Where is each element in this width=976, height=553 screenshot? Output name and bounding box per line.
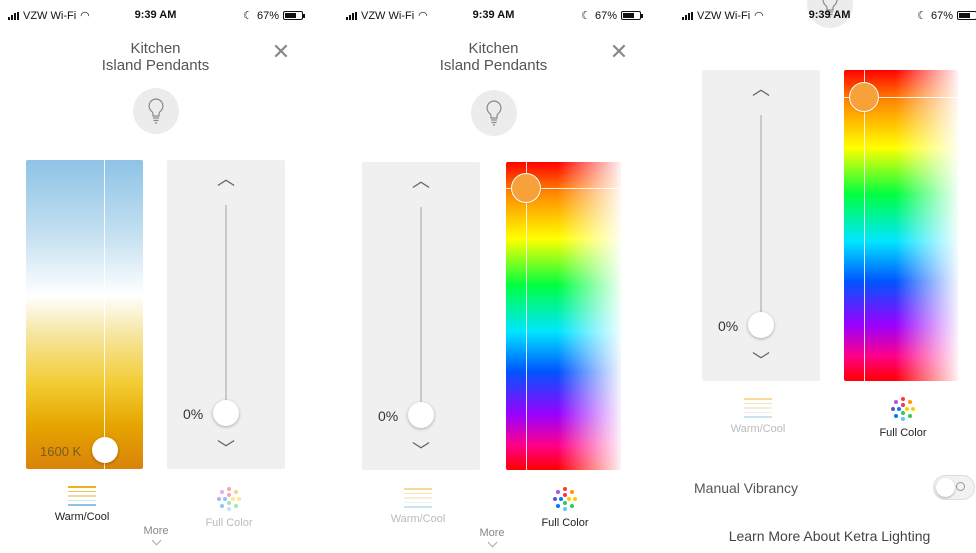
room-name: Kitchen	[130, 40, 181, 57]
color-handle[interactable]	[511, 173, 541, 203]
tab-warm-cool-label: Warm/Cool	[390, 512, 446, 525]
phone-screen-warm-cool: VZW Wi-Fi ◠ 9:39 AM ☾ 67% Kitchen Island…	[2, 0, 309, 553]
brightness-track[interactable]	[225, 205, 227, 413]
manual-vibrancy-toggle[interactable]	[933, 475, 975, 500]
tab-full-color[interactable]: Full Color	[853, 396, 953, 439]
brightness-value: 0%	[183, 406, 204, 422]
lightbulb-icon	[147, 98, 164, 124]
brightness-value: 0%	[718, 318, 739, 334]
chevron-down-icon[interactable]: ﹀	[214, 440, 238, 458]
moon-icon: ☾	[917, 10, 927, 22]
chevron-up-icon[interactable]: ︿	[749, 80, 773, 98]
chevron-up-icon[interactable]: ︿	[409, 172, 433, 190]
full-color-picker[interactable]	[506, 162, 621, 470]
battery-icon	[957, 11, 976, 20]
battery-percent: 67%	[594, 9, 617, 22]
bulb-button[interactable]	[132, 88, 179, 134]
brightness-track[interactable]	[760, 115, 762, 323]
tab-full-color-label: Full Color	[879, 427, 927, 439]
kelvin-readout: 1600 K	[40, 444, 82, 459]
battery-fill	[285, 13, 296, 18]
brightness-handle[interactable]	[748, 312, 774, 338]
moon-icon: ☾	[581, 10, 591, 22]
tab-warm-cool-label: Warm/Cool	[730, 422, 786, 435]
fixture-name: Island Pendants	[439, 57, 548, 74]
battery-icon	[283, 11, 305, 20]
brightness-handle[interactable]	[408, 402, 434, 428]
close-icon[interactable]: ✕	[269, 40, 293, 64]
brightness-value: 0%	[378, 408, 399, 424]
chevron-down-icon[interactable]: ﹀	[409, 442, 433, 460]
chevron-down-icon[interactable]: ﹀	[749, 352, 773, 370]
manual-vibrancy-label: Manual Vibrancy	[694, 480, 799, 496]
color-dots-icon	[217, 487, 241, 511]
status-bar: VZW Wi-Fi ◠ 9:39 AM ☾ 67%	[676, 6, 976, 24]
color-dots-icon	[891, 397, 915, 421]
tab-warm-cool[interactable]: Warm/Cool	[368, 488, 468, 525]
tab-full-color[interactable]: Full Color	[515, 486, 615, 529]
more-button[interactable]: More	[472, 527, 512, 546]
battery-fill	[623, 13, 634, 18]
page-title: Kitchen Island Pendants	[2, 40, 309, 74]
battery-percent: 67%	[256, 9, 279, 22]
phone-screen-full-color-scrolled: VZW Wi-Fi ◠ 9:39 AM ☾ 67% ︿ 0% ﹀ Warm/Co…	[676, 0, 976, 553]
status-bar: VZW Wi-Fi ◠ 9:39 AM ☾ 67%	[340, 6, 647, 24]
tab-warm-cool[interactable]: Warm/Cool	[708, 398, 808, 435]
tab-full-color-label: Full Color	[205, 517, 253, 529]
warm-cool-lines-icon	[68, 486, 96, 506]
picker-crosshair-line	[104, 160, 105, 469]
picker-crosshair-vertical	[526, 162, 527, 470]
battery-icon	[621, 11, 643, 20]
brightness-handle[interactable]	[213, 400, 239, 426]
more-button[interactable]: More	[136, 525, 176, 544]
page-title: Kitchen Island Pendants	[340, 40, 647, 74]
color-handle[interactable]	[849, 82, 879, 112]
fixture-name: Island Pendants	[101, 57, 210, 74]
full-color-picker[interactable]	[844, 70, 958, 381]
room-name: Kitchen	[468, 40, 519, 57]
brightness-slider-panel: ︿ 0% ﹀	[362, 162, 480, 470]
tab-full-color[interactable]: Full Color	[179, 486, 279, 529]
phone-screen-full-color: VZW Wi-Fi ◠ 9:39 AM ☾ 67% Kitchen Island…	[340, 0, 647, 553]
tab-full-color-label: Full Color	[541, 517, 589, 529]
brightness-slider-panel: ︿ 0% ﹀	[167, 160, 285, 469]
warm-cool-lines-icon	[404, 488, 432, 508]
toggle-off-icon	[956, 482, 965, 491]
bulb-button[interactable]	[470, 90, 517, 136]
status-bar: VZW Wi-Fi ◠ 9:39 AM ☾ 67%	[2, 6, 309, 24]
warm-cool-picker[interactable]: 1600 K	[26, 160, 143, 469]
tab-warm-cool-label: Warm/Cool	[54, 510, 110, 523]
lightbulb-icon	[485, 100, 502, 126]
chevron-up-icon[interactable]: ︿	[214, 170, 238, 188]
picker-crosshair-vertical	[864, 70, 865, 381]
battery-fill	[959, 13, 970, 18]
learn-more-link[interactable]: Learn More About Ketra Lighting	[676, 528, 976, 544]
warm-cool-handle[interactable]	[92, 437, 118, 463]
brightness-track[interactable]	[420, 207, 422, 415]
moon-icon: ☾	[243, 10, 253, 22]
tab-warm-cool[interactable]: Warm/Cool	[32, 486, 132, 523]
color-dots-icon	[553, 487, 577, 511]
warm-cool-lines-icon	[744, 398, 772, 418]
brightness-slider-panel: ︿ 0% ﹀	[702, 70, 820, 381]
battery-percent: 67%	[930, 9, 953, 22]
close-icon[interactable]: ✕	[607, 40, 631, 64]
